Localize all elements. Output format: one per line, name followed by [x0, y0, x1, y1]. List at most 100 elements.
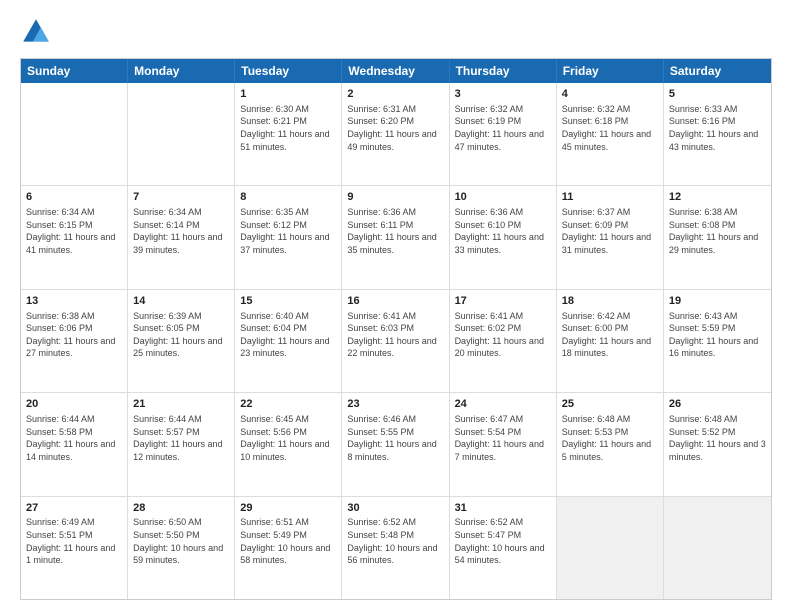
day-info: Sunrise: 6:52 AM Sunset: 5:48 PM Dayligh…: [347, 516, 443, 566]
day-number: 22: [240, 397, 336, 412]
day-number: 23: [347, 397, 443, 412]
day-header-saturday: Saturday: [664, 59, 771, 83]
day-number: 12: [669, 190, 766, 205]
day-info: Sunrise: 6:38 AM Sunset: 6:08 PM Dayligh…: [669, 206, 766, 256]
day-cell-15: 15Sunrise: 6:40 AM Sunset: 6:04 PM Dayli…: [235, 290, 342, 392]
calendar: SundayMondayTuesdayWednesdayThursdayFrid…: [20, 58, 772, 600]
day-info: Sunrise: 6:33 AM Sunset: 6:16 PM Dayligh…: [669, 103, 766, 153]
day-header-wednesday: Wednesday: [342, 59, 449, 83]
page: SundayMondayTuesdayWednesdayThursdayFrid…: [0, 0, 792, 612]
day-info: Sunrise: 6:41 AM Sunset: 6:03 PM Dayligh…: [347, 310, 443, 360]
day-cell-25: 25Sunrise: 6:48 AM Sunset: 5:53 PM Dayli…: [557, 393, 664, 495]
day-info: Sunrise: 6:36 AM Sunset: 6:11 PM Dayligh…: [347, 206, 443, 256]
day-cell-23: 23Sunrise: 6:46 AM Sunset: 5:55 PM Dayli…: [342, 393, 449, 495]
day-number: 27: [26, 501, 122, 516]
day-cell-13: 13Sunrise: 6:38 AM Sunset: 6:06 PM Dayli…: [21, 290, 128, 392]
empty-cell: [557, 497, 664, 599]
empty-cell: [21, 83, 128, 185]
day-number: 6: [26, 190, 122, 205]
day-number: 21: [133, 397, 229, 412]
calendar-row-0: 1Sunrise: 6:30 AM Sunset: 6:21 PM Daylig…: [21, 83, 771, 186]
day-info: Sunrise: 6:41 AM Sunset: 6:02 PM Dayligh…: [455, 310, 551, 360]
day-number: 28: [133, 501, 229, 516]
day-info: Sunrise: 6:46 AM Sunset: 5:55 PM Dayligh…: [347, 413, 443, 463]
day-info: Sunrise: 6:40 AM Sunset: 6:04 PM Dayligh…: [240, 310, 336, 360]
day-cell-28: 28Sunrise: 6:50 AM Sunset: 5:50 PM Dayli…: [128, 497, 235, 599]
day-info: Sunrise: 6:49 AM Sunset: 5:51 PM Dayligh…: [26, 516, 122, 566]
empty-cell: [128, 83, 235, 185]
day-cell-5: 5Sunrise: 6:33 AM Sunset: 6:16 PM Daylig…: [664, 83, 771, 185]
day-cell-3: 3Sunrise: 6:32 AM Sunset: 6:19 PM Daylig…: [450, 83, 557, 185]
day-info: Sunrise: 6:32 AM Sunset: 6:19 PM Dayligh…: [455, 103, 551, 153]
day-number: 31: [455, 501, 551, 516]
logo: [20, 16, 56, 48]
day-cell-1: 1Sunrise: 6:30 AM Sunset: 6:21 PM Daylig…: [235, 83, 342, 185]
day-cell-10: 10Sunrise: 6:36 AM Sunset: 6:10 PM Dayli…: [450, 186, 557, 288]
day-cell-29: 29Sunrise: 6:51 AM Sunset: 5:49 PM Dayli…: [235, 497, 342, 599]
day-cell-17: 17Sunrise: 6:41 AM Sunset: 6:02 PM Dayli…: [450, 290, 557, 392]
day-header-monday: Monday: [128, 59, 235, 83]
day-cell-16: 16Sunrise: 6:41 AM Sunset: 6:03 PM Dayli…: [342, 290, 449, 392]
day-cell-27: 27Sunrise: 6:49 AM Sunset: 5:51 PM Dayli…: [21, 497, 128, 599]
day-number: 16: [347, 294, 443, 309]
day-info: Sunrise: 6:48 AM Sunset: 5:52 PM Dayligh…: [669, 413, 766, 463]
day-info: Sunrise: 6:31 AM Sunset: 6:20 PM Dayligh…: [347, 103, 443, 153]
logo-icon: [20, 16, 52, 48]
day-header-thursday: Thursday: [450, 59, 557, 83]
day-number: 14: [133, 294, 229, 309]
day-header-friday: Friday: [557, 59, 664, 83]
day-info: Sunrise: 6:30 AM Sunset: 6:21 PM Dayligh…: [240, 103, 336, 153]
day-cell-30: 30Sunrise: 6:52 AM Sunset: 5:48 PM Dayli…: [342, 497, 449, 599]
day-info: Sunrise: 6:51 AM Sunset: 5:49 PM Dayligh…: [240, 516, 336, 566]
day-info: Sunrise: 6:50 AM Sunset: 5:50 PM Dayligh…: [133, 516, 229, 566]
day-number: 19: [669, 294, 766, 309]
day-cell-22: 22Sunrise: 6:45 AM Sunset: 5:56 PM Dayli…: [235, 393, 342, 495]
day-cell-12: 12Sunrise: 6:38 AM Sunset: 6:08 PM Dayli…: [664, 186, 771, 288]
day-cell-6: 6Sunrise: 6:34 AM Sunset: 6:15 PM Daylig…: [21, 186, 128, 288]
day-number: 17: [455, 294, 551, 309]
day-number: 8: [240, 190, 336, 205]
day-number: 10: [455, 190, 551, 205]
day-info: Sunrise: 6:48 AM Sunset: 5:53 PM Dayligh…: [562, 413, 658, 463]
day-cell-7: 7Sunrise: 6:34 AM Sunset: 6:14 PM Daylig…: [128, 186, 235, 288]
day-info: Sunrise: 6:42 AM Sunset: 6:00 PM Dayligh…: [562, 310, 658, 360]
day-number: 4: [562, 87, 658, 102]
day-info: Sunrise: 6:44 AM Sunset: 5:57 PM Dayligh…: [133, 413, 229, 463]
day-cell-26: 26Sunrise: 6:48 AM Sunset: 5:52 PM Dayli…: [664, 393, 771, 495]
day-info: Sunrise: 6:39 AM Sunset: 6:05 PM Dayligh…: [133, 310, 229, 360]
day-info: Sunrise: 6:36 AM Sunset: 6:10 PM Dayligh…: [455, 206, 551, 256]
calendar-row-3: 20Sunrise: 6:44 AM Sunset: 5:58 PM Dayli…: [21, 393, 771, 496]
day-number: 7: [133, 190, 229, 205]
day-header-sunday: Sunday: [21, 59, 128, 83]
day-number: 5: [669, 87, 766, 102]
day-cell-11: 11Sunrise: 6:37 AM Sunset: 6:09 PM Dayli…: [557, 186, 664, 288]
day-number: 2: [347, 87, 443, 102]
day-number: 15: [240, 294, 336, 309]
day-info: Sunrise: 6:45 AM Sunset: 5:56 PM Dayligh…: [240, 413, 336, 463]
calendar-header: SundayMondayTuesdayWednesdayThursdayFrid…: [21, 59, 771, 83]
day-number: 18: [562, 294, 658, 309]
header: [20, 16, 772, 48]
day-number: 26: [669, 397, 766, 412]
day-info: Sunrise: 6:35 AM Sunset: 6:12 PM Dayligh…: [240, 206, 336, 256]
day-info: Sunrise: 6:34 AM Sunset: 6:15 PM Dayligh…: [26, 206, 122, 256]
day-number: 11: [562, 190, 658, 205]
day-number: 1: [240, 87, 336, 102]
calendar-row-2: 13Sunrise: 6:38 AM Sunset: 6:06 PM Dayli…: [21, 290, 771, 393]
day-number: 30: [347, 501, 443, 516]
day-number: 29: [240, 501, 336, 516]
day-cell-19: 19Sunrise: 6:43 AM Sunset: 5:59 PM Dayli…: [664, 290, 771, 392]
day-cell-2: 2Sunrise: 6:31 AM Sunset: 6:20 PM Daylig…: [342, 83, 449, 185]
day-info: Sunrise: 6:38 AM Sunset: 6:06 PM Dayligh…: [26, 310, 122, 360]
calendar-row-1: 6Sunrise: 6:34 AM Sunset: 6:15 PM Daylig…: [21, 186, 771, 289]
day-cell-21: 21Sunrise: 6:44 AM Sunset: 5:57 PM Dayli…: [128, 393, 235, 495]
day-info: Sunrise: 6:52 AM Sunset: 5:47 PM Dayligh…: [455, 516, 551, 566]
day-cell-31: 31Sunrise: 6:52 AM Sunset: 5:47 PM Dayli…: [450, 497, 557, 599]
empty-cell: [664, 497, 771, 599]
day-info: Sunrise: 6:37 AM Sunset: 6:09 PM Dayligh…: [562, 206, 658, 256]
calendar-body: 1Sunrise: 6:30 AM Sunset: 6:21 PM Daylig…: [21, 83, 771, 599]
day-cell-4: 4Sunrise: 6:32 AM Sunset: 6:18 PM Daylig…: [557, 83, 664, 185]
day-cell-18: 18Sunrise: 6:42 AM Sunset: 6:00 PM Dayli…: [557, 290, 664, 392]
day-number: 13: [26, 294, 122, 309]
day-cell-14: 14Sunrise: 6:39 AM Sunset: 6:05 PM Dayli…: [128, 290, 235, 392]
